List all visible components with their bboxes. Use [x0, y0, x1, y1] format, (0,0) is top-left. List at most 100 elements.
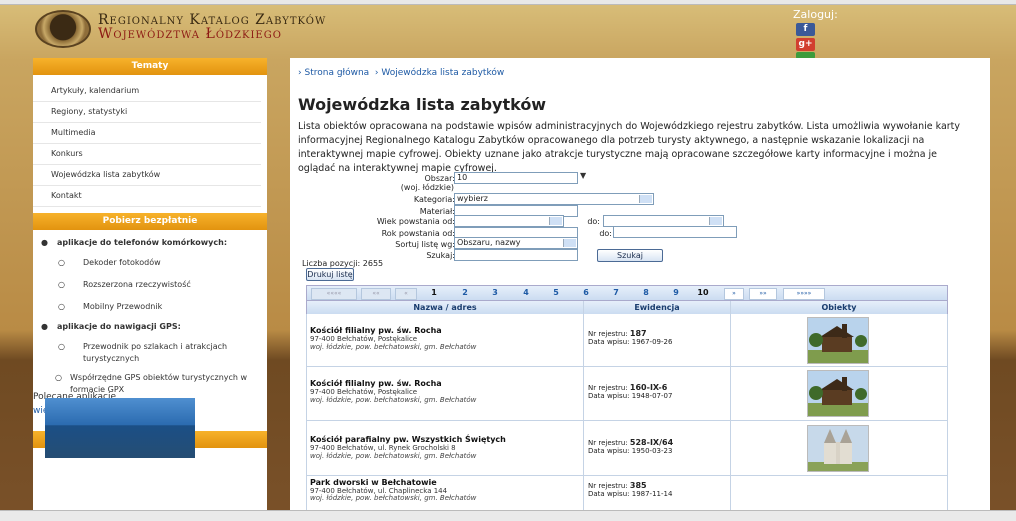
column-divider: [730, 421, 731, 475]
registry-number: Nr rejestru: 187: [588, 329, 647, 338]
dropdown-arrow-icon[interactable]: ▼: [580, 171, 586, 180]
pager-page-1[interactable]: 1: [427, 287, 441, 299]
table-row[interactable]: Kościół filialny pw. św. Rocha 97-400 Be…: [306, 314, 948, 367]
pager-page-6[interactable]: 6: [579, 287, 593, 299]
pager-back-button[interactable]: «: [395, 288, 417, 300]
registry-date: Data wpisu: 1967-09-26: [588, 338, 673, 346]
pager-page-9[interactable]: 9: [669, 287, 683, 299]
breadcrumb-home[interactable]: Strona główna: [304, 68, 369, 78]
apps-gps-heading: ● aplikacje do nawigacji GPS:: [41, 322, 181, 331]
rok-do-input[interactable]: [613, 226, 737, 238]
pager-page-8[interactable]: 8: [639, 287, 653, 299]
bullet-icon: ●: [41, 238, 48, 247]
pagination: «««« «« « 1 2 3 4 5 6 7 8 9 10 » »» »»»»: [306, 285, 948, 301]
registry-number: Nr rejestru: 160-IX-6: [588, 383, 668, 392]
app-item-rzeczywistosc[interactable]: ○ Rozszerzona rzeczywistość: [33, 274, 267, 296]
monument-name[interactable]: Kościół filialny pw. św. Rocha: [310, 379, 442, 388]
tematy-header: Tematy: [33, 58, 267, 75]
google-plus-icon[interactable]: g+: [796, 38, 815, 51]
search-input[interactable]: [454, 249, 578, 261]
sidebar-item-multimedia[interactable]: Multimedia: [33, 123, 261, 144]
search-button[interactable]: Szukaj: [597, 249, 663, 262]
pager-prev-button[interactable]: ««: [361, 288, 391, 300]
pobierz-header: Pobierz bezpłatnie: [33, 213, 267, 230]
registry-date: Data wpisu: 1987-11-14: [588, 490, 673, 498]
sidebar-item-artykuly[interactable]: Artykuły, kalendarium: [33, 81, 261, 102]
registry-number: Nr rejestru: 528-IX/64: [588, 438, 674, 447]
intro-text: Lista obiektów opracowana na podstawie w…: [298, 121, 961, 174]
circle-bullet-icon: ○: [58, 342, 65, 351]
column-divider: [583, 421, 584, 475]
circle-bullet-icon: ○: [58, 280, 65, 289]
pager-page-2[interactable]: 2: [458, 287, 472, 299]
pager-page-10[interactable]: 10: [694, 287, 712, 299]
registry-number: Nr rejestru: 385: [588, 481, 647, 490]
registry-date: Data wpisu: 1948-07-07: [588, 392, 673, 400]
wiek-od-select[interactable]: [454, 215, 564, 227]
sidebar-item-regiony[interactable]: Regiony, statystyki: [33, 102, 261, 123]
column-header-ewidencja: Ewidencja: [634, 303, 680, 312]
breadcrumb-separator-icon: ›: [374, 68, 379, 78]
pager-first-button[interactable]: ««««: [311, 288, 357, 300]
pager-page-3[interactable]: 3: [488, 287, 502, 299]
obszar-label: Obszar:: [424, 174, 456, 183]
breadcrumb-separator-icon: ›: [298, 68, 302, 78]
brand-subtitle[interactable]: Województwa Łódzkiego: [98, 26, 282, 42]
app-item-szlaki[interactable]: ○ Przewodnik po szlakach i atrakcjach tur…: [33, 336, 267, 370]
church-wooden-thumbnail[interactable]: [807, 317, 869, 364]
print-list-button[interactable]: Drukuj listę: [306, 268, 354, 281]
monument-address: 97-400 Bełchatów, Postękalice: [310, 388, 418, 396]
sort-label: Sortuj listę wg:: [395, 240, 455, 249]
contest-banner-image[interactable]: [45, 398, 195, 458]
app-item-przewodnik[interactable]: ○ Mobilny Przewodnik: [33, 296, 267, 318]
monument-address: 97-400 Bełchatów, Postękalice: [310, 335, 418, 343]
login-label[interactable]: Zaloguj:: [793, 8, 838, 21]
table-row[interactable]: Kościół parafialny pw. Wszystkich Święty…: [306, 421, 948, 476]
site-logo[interactable]: [35, 10, 91, 48]
column-divider: [730, 367, 731, 420]
circle-bullet-icon: ○: [58, 302, 65, 311]
table-row[interactable]: Kościół filialny pw. św. Rocha 97-400 Be…: [306, 367, 948, 421]
pager-next2-button[interactable]: »»: [749, 288, 777, 300]
breadcrumb-current[interactable]: Wojewódzka lista zabytków: [381, 68, 504, 78]
app-item-dekoder[interactable]: ○ Dekoder fotokodów: [33, 252, 267, 274]
bullet-icon: ●: [41, 322, 48, 331]
wiek-label: Wiek powstania od:: [376, 217, 455, 226]
column-divider: [730, 314, 731, 366]
rok-label: Rok powstania od:: [381, 229, 455, 238]
obszar-sub-label: (woj. łódzkie): [400, 183, 454, 192]
pager-next-button[interactable]: »: [724, 288, 744, 300]
table-header: Nazwa / adres Ewidencja Obiekty: [306, 300, 948, 315]
main-content: › Strona główna › Wojewódzka lista zabyt…: [290, 58, 990, 521]
monument-name[interactable]: Kościół filialny pw. św. Rocha: [310, 326, 442, 335]
church-wooden-thumbnail[interactable]: [807, 370, 869, 417]
kategoria-label: Kategoria:: [413, 195, 455, 204]
pager-last-button[interactable]: »»»»: [783, 288, 825, 300]
monument-name[interactable]: Kościół parafialny pw. Wszystkich Święty…: [310, 435, 506, 444]
pager-page-5[interactable]: 5: [549, 287, 563, 299]
column-header-name: Nazwa / adres: [413, 303, 477, 312]
column-divider: [583, 367, 584, 420]
wiek-do-label: do:: [587, 217, 600, 226]
sidebar-item-lista-zabytkow[interactable]: Wojewódzka lista zabytków: [33, 165, 261, 186]
registry-date: Data wpisu: 1950-03-23: [588, 447, 673, 455]
monument-name[interactable]: Park dworski w Bełchatowie: [310, 478, 437, 487]
obszar-input[interactable]: 10: [454, 172, 578, 184]
sort-select[interactable]: Obszaru, nazwy: [454, 237, 578, 249]
material-label: Materiał:: [419, 207, 455, 216]
apps-phone-heading: ● aplikacje do telefonów komórkowych:: [41, 238, 228, 247]
pager-page-7[interactable]: 7: [609, 287, 623, 299]
kategoria-select[interactable]: wybierz: [454, 193, 654, 205]
column-divider: [583, 314, 584, 366]
monument-location: woj. łódzkie, pow. bełchatowski, gm. Beł…: [310, 494, 477, 502]
circle-bullet-icon: ○: [58, 258, 65, 267]
sidebar-item-kontakt[interactable]: Kontakt: [33, 186, 261, 207]
item-count: Liczba pozycji: 2655: [302, 259, 384, 268]
sidebar-item-konkurs[interactable]: Konkurs: [33, 144, 261, 165]
pager-page-4[interactable]: 4: [519, 287, 533, 299]
column-header-obiekty: Obiekty: [821, 303, 857, 312]
church-parish-thumbnail[interactable]: [807, 425, 869, 472]
page-title: Wojewódzka lista zabytków: [298, 95, 547, 114]
monument-address: 97-400 Bełchatów, ul. Rynek Grocholski 8: [310, 444, 456, 452]
facebook-icon[interactable]: f: [796, 23, 815, 36]
